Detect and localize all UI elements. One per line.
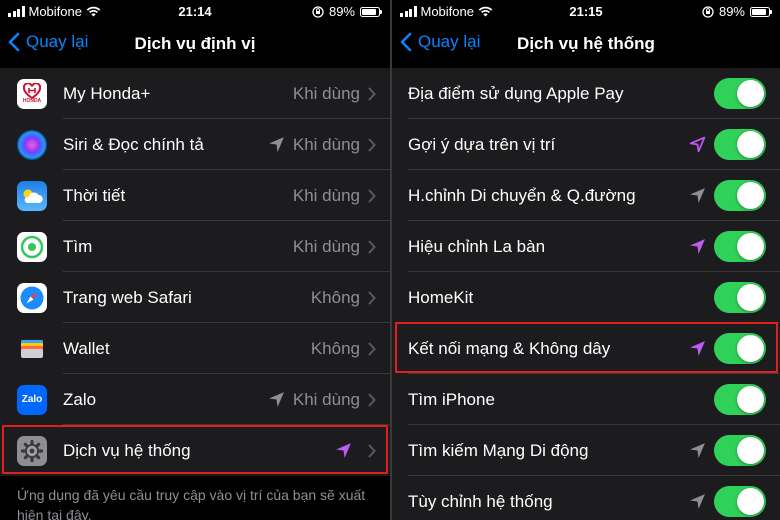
- list-item-find-my[interactable]: Tìm Khi dùng: [0, 221, 390, 272]
- safari-icon: [17, 282, 47, 313]
- zalo-logo-text: Zalo: [21, 394, 43, 405]
- service-name: HomeKit: [408, 287, 474, 307]
- wallet-icon: [17, 333, 47, 364]
- left-phone-screen: Mobifone 21:14 89% Quay lại Dịch vụ định…: [0, 0, 390, 520]
- service-name: Tìm kiếm Mạng Di động: [408, 440, 589, 460]
- siri-icon: [17, 129, 47, 160]
- chevron-right-icon: [368, 342, 376, 355]
- chevron-right-icon: [368, 189, 376, 202]
- app-name: Dịch vụ hệ thống: [63, 440, 191, 460]
- chevron-right-icon: [368, 240, 376, 253]
- permission-status: Khi dùng: [292, 389, 360, 409]
- orientation-lock-icon: [312, 5, 324, 18]
- settings-gear-icon: [17, 435, 47, 466]
- battery-icon: [360, 6, 382, 17]
- service-row-compass-calibration: Hiệu chỉnh La bàn: [392, 221, 780, 272]
- navigation-bar: Quay lại Dịch vụ hệ thống: [392, 24, 780, 66]
- service-row-apple-pay: Địa điểm sử dụng Apple Pay: [392, 68, 780, 119]
- status-right: 89%: [312, 4, 382, 19]
- app-name: Siri & Đọc chính tả: [63, 134, 204, 154]
- right-phone-screen: Mobifone 21:15 89% Quay lại Dịch vụ hệ t…: [392, 0, 780, 520]
- page-title: Dịch vụ hệ thống: [517, 34, 655, 53]
- service-row-motion-calibration: H.chỉnh Di chuyển & Q.đường: [392, 170, 780, 221]
- location-arrow-icon: [268, 137, 284, 152]
- location-arrow-icon: [690, 188, 705, 203]
- list-item-zalo[interactable]: Zalo Zalo Khi dùng: [0, 374, 390, 425]
- status-bar: Mobifone 21:15 89%: [392, 0, 780, 24]
- chevron-right-icon: [368, 291, 376, 304]
- location-arrow-outline-icon: [689, 136, 706, 153]
- location-arrow-icon: [268, 392, 284, 407]
- service-toggle[interactable]: [714, 282, 766, 313]
- service-name: Tìm iPhone: [408, 389, 495, 409]
- app-name: Zalo: [63, 389, 97, 409]
- weather-icon: [17, 180, 47, 211]
- list-item-my-honda[interactable]: HONDA My Honda+ Khi dùng: [0, 68, 390, 119]
- list-item-system-services[interactable]: Dịch vụ hệ thống: [0, 425, 390, 476]
- permission-status: Không: [310, 287, 360, 307]
- status-right: 89%: [702, 4, 772, 19]
- location-arrow-icon: [690, 494, 705, 509]
- page-title: Dịch vụ định vị: [134, 34, 256, 53]
- system-services-list: Địa điểm sử dụng Apple Pay Gợi ý dựa trê…: [392, 68, 780, 520]
- service-name: Tùy chỉnh hệ thống: [408, 491, 553, 511]
- list-item-wallet[interactable]: Wallet Không: [0, 323, 390, 374]
- zalo-icon: Zalo: [17, 384, 47, 415]
- location-arrow-icon: [336, 443, 351, 458]
- location-arrow-icon: [690, 443, 705, 458]
- service-row-system-customization: Tùy chỉnh hệ thống: [392, 476, 780, 520]
- chevron-right-icon: [368, 393, 376, 406]
- app-name: Thời tiết: [63, 185, 126, 205]
- app-name: Wallet: [63, 338, 110, 358]
- service-row-homekit: HomeKit: [392, 272, 780, 323]
- permission-status: Khi dùng: [292, 83, 360, 103]
- service-row-find-iphone: Tìm iPhone: [392, 374, 780, 425]
- service-name: Địa điểm sử dụng Apple Pay: [408, 83, 624, 103]
- service-toggle[interactable]: [714, 384, 766, 415]
- chevron-right-icon: [368, 444, 376, 457]
- orientation-lock-icon: [702, 5, 714, 18]
- list-item-siri[interactable]: Siri & Đọc chính tả Khi dùng: [0, 119, 390, 170]
- chevron-right-icon: [368, 138, 376, 151]
- list-item-safari[interactable]: Trang web Safari Không: [0, 272, 390, 323]
- service-toggle[interactable]: [714, 78, 766, 109]
- battery-icon: [750, 6, 772, 17]
- status-bar: Mobifone 21:14 89%: [0, 0, 390, 24]
- service-toggle[interactable]: [714, 129, 766, 160]
- find-my-icon: [17, 231, 47, 262]
- app-name: Tìm: [63, 236, 93, 256]
- service-toggle[interactable]: [714, 180, 766, 211]
- service-toggle[interactable]: [714, 333, 766, 364]
- screenshot-composite: Mobifone 21:14 89% Quay lại Dịch vụ định…: [0, 0, 780, 520]
- chevron-right-icon: [368, 87, 376, 100]
- service-toggle[interactable]: [714, 231, 766, 262]
- permission-status: Không: [310, 338, 360, 358]
- service-row-location-suggestions: Gợi ý dựa trên vị trí: [392, 119, 780, 170]
- list-item-weather[interactable]: Thời tiết Khi dùng: [0, 170, 390, 221]
- service-toggle[interactable]: [714, 486, 766, 517]
- app-location-list: HONDA My Honda+ Khi dùng Siri & Đọc chín…: [0, 68, 390, 476]
- app-name: My Honda+: [63, 83, 151, 103]
- battery-percent: 89%: [328, 4, 355, 19]
- service-name: Kết nối mạng & Không dây: [408, 338, 611, 358]
- permission-status: Khi dùng: [292, 185, 360, 205]
- app-name: Trang web Safari: [63, 287, 192, 307]
- service-name: Gợi ý dựa trên vị trí: [408, 134, 556, 154]
- service-toggle[interactable]: [714, 435, 766, 466]
- navigation-bar: Quay lại Dịch vụ định vị: [0, 24, 390, 66]
- permission-status: Khi dùng: [292, 236, 360, 256]
- footer-note: Ứng dụng đã yêu cầu truy cập vào vị trí …: [17, 487, 366, 520]
- service-row-networking-wireless: Kết nối mạng & Không dây: [392, 323, 780, 374]
- location-arrow-icon: [690, 239, 705, 254]
- location-arrow-icon: [690, 341, 705, 356]
- permission-status: Khi dùng: [292, 134, 360, 154]
- honda-icon: HONDA: [17, 78, 47, 109]
- service-name: Hiệu chỉnh La bàn: [408, 236, 546, 256]
- service-row-cell-network-search: Tìm kiếm Mạng Di động: [392, 425, 780, 476]
- battery-percent: 89%: [718, 4, 745, 19]
- service-name: H.chỉnh Di chuyển & Q.đường: [408, 185, 636, 205]
